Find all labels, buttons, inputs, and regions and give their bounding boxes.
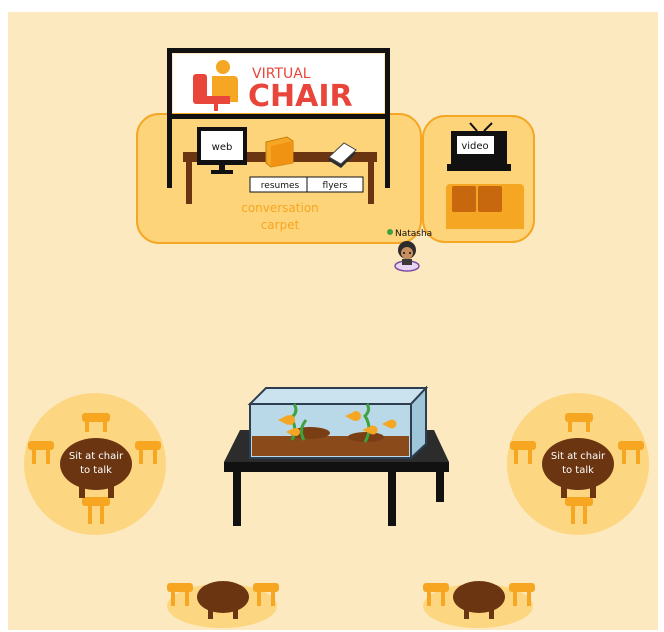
sign-bar-top [167,48,390,53]
aquarium[interactable] [224,385,449,526]
table-right-label-2: to talk [562,465,594,476]
sign-bar-bottom [167,114,390,119]
carpet-label-line2: carpet [261,218,300,232]
table-left[interactable]: Sit at chair to talk [24,393,166,535]
carpet-label-line1: conversation [241,201,319,215]
sign-main-text: CHAIR [248,79,353,114]
table-left-label-1: Sit at chair [69,451,124,462]
video-label: video [461,141,488,152]
booth-table-leg-left [186,162,192,204]
online-status-dot [387,229,393,235]
table-bottom-left[interactable] [167,581,279,628]
resumes-box[interactable] [265,136,294,168]
booth: VIRTUAL CHAIR web resumes flyers convers… [136,48,535,244]
web-label: web [212,142,233,153]
couch[interactable] [446,184,524,229]
flyers-label[interactable]: flyers [323,181,348,191]
table-right[interactable]: Sit at chair to talk [507,393,649,535]
virtual-space-canvas: VIRTUAL CHAIR web resumes flyers convers… [0,0,664,632]
table-right-label-1: Sit at chair [551,451,606,462]
booth-table-leg-right [368,162,374,204]
resumes-label[interactable]: resumes [261,181,300,191]
scene-svg: VIRTUAL CHAIR web resumes flyers convers… [24,48,649,628]
table-bottom-right[interactable] [423,581,535,628]
avatar-name-label: Natasha [395,229,432,239]
table-left-label-2: to talk [80,465,112,476]
